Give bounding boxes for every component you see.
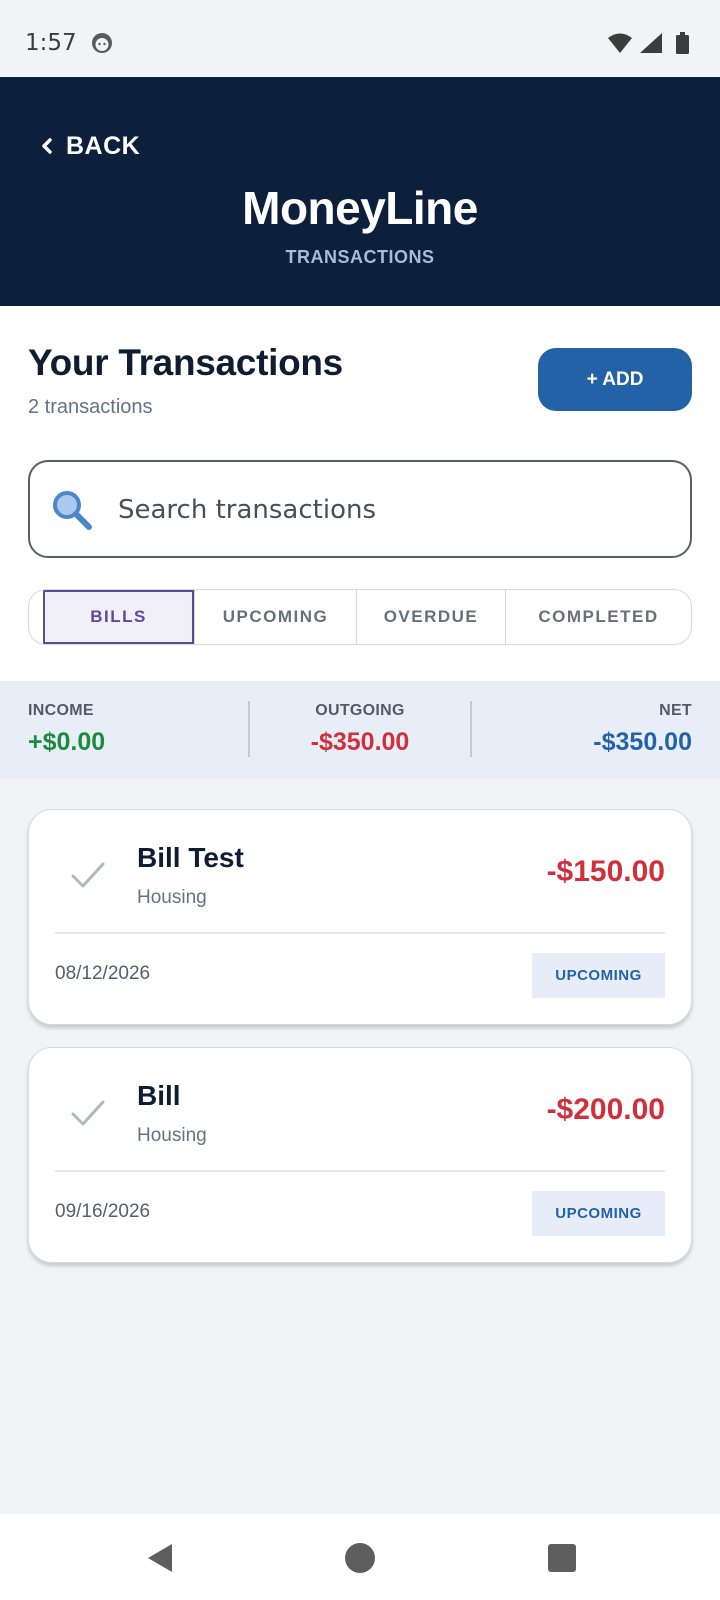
net-summary: NET -$350.00 xyxy=(593,702,692,757)
search-input[interactable] xyxy=(118,484,658,536)
status-badge: UPCOMING xyxy=(532,953,665,998)
wifi-icon xyxy=(608,33,632,53)
summary-strip: INCOME +$0.00 OUTGOING -$350.00 NET -$35… xyxy=(0,681,720,779)
status-bar: 1:57 xyxy=(0,0,720,77)
transaction-name: Bill xyxy=(137,1080,181,1111)
transaction-card[interactable]: Bill Test Housing -$150.00 08/12/2026 UP… xyxy=(28,809,692,1025)
income-value: +$0.00 xyxy=(28,728,106,756)
transaction-date: 08/12/2026 xyxy=(55,963,151,984)
transactions-panel: Your Transactions 2 transactions + ADD B… xyxy=(0,306,720,681)
check-icon[interactable] xyxy=(69,1096,107,1132)
transaction-category: Housing xyxy=(137,1125,207,1146)
outgoing-summary: OUTGOING -$350.00 xyxy=(260,702,460,757)
status-badge: UPCOMING xyxy=(532,1191,665,1236)
home-icon[interactable] xyxy=(342,1540,378,1576)
summary-divider xyxy=(248,701,250,757)
income-summary: INCOME +$0.00 xyxy=(28,702,105,757)
back-button[interactable]: BACK xyxy=(40,126,140,166)
app-header: BACK MoneyLine TRANSACTIONS xyxy=(0,77,720,306)
status-time: 1:57 xyxy=(25,30,77,56)
transaction-count: 2 transactions xyxy=(28,396,153,418)
transaction-date: 09/16/2026 xyxy=(55,1201,151,1222)
back-icon[interactable] xyxy=(142,1540,178,1576)
tab-overdue[interactable]: OVERDUE xyxy=(356,590,505,644)
add-button[interactable]: + ADD xyxy=(538,348,692,411)
battery-icon xyxy=(676,32,689,54)
transaction-name: Bill Test xyxy=(137,842,244,873)
transaction-category: Housing xyxy=(137,887,207,908)
transaction-amount: -$200.00 xyxy=(546,1093,665,1126)
tab-upcoming[interactable]: UPCOMING xyxy=(194,590,356,644)
chevron-left-icon xyxy=(42,138,52,154)
outgoing-value: -$350.00 xyxy=(310,728,410,756)
net-label: NET xyxy=(659,702,692,719)
page-title: Your Transactions xyxy=(28,342,343,383)
transaction-amount: -$150.00 xyxy=(546,855,665,888)
system-status-icons xyxy=(608,32,689,54)
summary-divider xyxy=(470,701,472,757)
recents-icon[interactable] xyxy=(544,1540,580,1576)
card-divider xyxy=(55,1170,665,1172)
net-value: -$350.00 xyxy=(593,728,692,756)
card-divider xyxy=(55,932,665,934)
search-icon xyxy=(53,491,92,530)
filter-tabs: BILLS UPCOMING OVERDUE COMPLETED xyxy=(28,589,692,645)
app-subtitle: TRANSACTIONS xyxy=(285,247,435,267)
back-label: BACK xyxy=(66,131,141,160)
tab-bills[interactable]: BILLS xyxy=(43,590,194,644)
outgoing-label: OUTGOING xyxy=(315,702,405,719)
transaction-card[interactable]: Bill Housing -$200.00 09/16/2026 UPCOMIN… xyxy=(28,1047,692,1263)
system-nav-bar xyxy=(0,1514,720,1600)
face-icon xyxy=(92,33,112,53)
app-title: MoneyLine xyxy=(242,182,478,234)
income-label: INCOME xyxy=(28,702,94,719)
check-icon[interactable] xyxy=(69,858,107,894)
tab-completed[interactable]: COMPLETED xyxy=(505,590,691,644)
search-box[interactable] xyxy=(28,460,692,558)
signal-icon xyxy=(640,33,662,53)
